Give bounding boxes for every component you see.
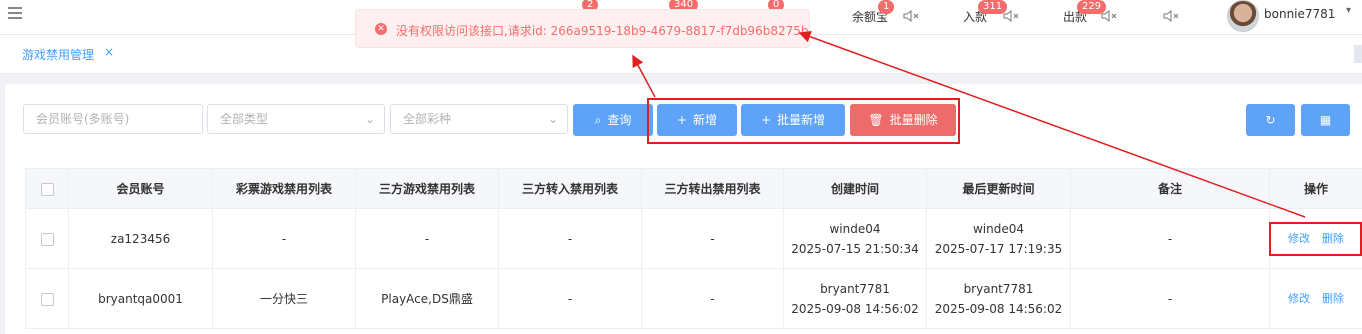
annotation-arrow	[798, 30, 1306, 218]
annotation-arrow	[632, 54, 656, 98]
annotation-arrows	[632, 30, 1306, 218]
